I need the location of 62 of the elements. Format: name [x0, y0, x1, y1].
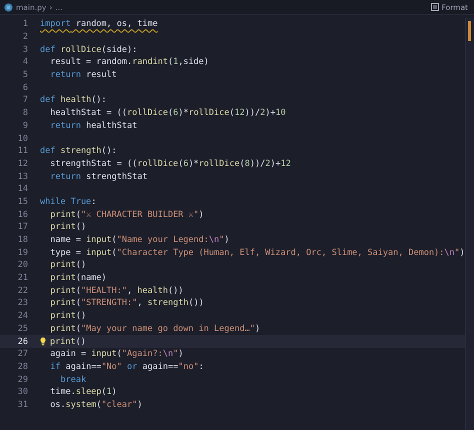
code-line: strengthStat = ((rollDice(6)*rollDice(8))/2)+12: [49, 158, 291, 169]
line-number: 20: [16, 260, 29, 270]
line-number: 17: [16, 222, 29, 232]
line-number: 5: [22, 70, 29, 80]
python-file-icon: [4, 2, 13, 12]
lightbulb-icon[interactable]: [40, 337, 46, 346]
code-line: print(): [49, 222, 86, 232]
code-line: print("May your name go down in Legend…"): [49, 324, 260, 334]
line-number: 1: [22, 19, 29, 30]
code-line: while True:: [40, 196, 96, 207]
code-line: if again=="No" or again=="no":: [49, 362, 204, 372]
code-line: print(): [49, 260, 86, 270]
code-line: print("⚔ CHARACTER BUILDER ⚔"): [49, 210, 204, 220]
code-line: result = random.randint(1,side): [49, 57, 209, 68]
code-line: print("HEALTH:", health()): [49, 286, 184, 296]
code-line: again = input("Again?:\n"): [49, 349, 184, 360]
line-number: 12: [16, 158, 29, 169]
line-number: 25: [16, 324, 29, 334]
line-number: 18: [16, 235, 29, 246]
code-line: print(): [50, 336, 86, 347]
code-line: healthStat = ((rollDice(6)*rollDice(12))/2)+10: [49, 108, 286, 118]
line-number: 11: [16, 146, 29, 156]
scrollbar[interactable]: [464, 18, 474, 430]
code-line: def rollDice(side):: [40, 44, 138, 55]
line-number: 4: [22, 57, 29, 68]
line-number: 7: [22, 95, 29, 106]
line-number: 26: [16, 336, 29, 347]
line-number: 15: [16, 196, 29, 207]
line-number: 14: [16, 184, 29, 194]
line-number: 28: [16, 362, 29, 372]
line-number: 21: [16, 273, 29, 284]
line-number: 22: [16, 286, 29, 296]
code-line: name = input("Name your Legend:\n"): [49, 235, 230, 246]
line-number: 19: [16, 248, 29, 258]
code-line: type = input("Character Type (Human, Elf, Wizard, Orc, Slime, Saiyan, Demon):\n"): [49, 248, 465, 258]
code-line: time.sleep(1): [49, 387, 117, 398]
code-line: return healthStat: [49, 120, 138, 131]
line-number: 24: [16, 311, 29, 322]
line-number: 23: [16, 298, 29, 308]
code-line: return result: [49, 70, 117, 80]
line-number: 16: [16, 210, 29, 220]
line-number: 3: [22, 44, 29, 55]
line-number: 9: [22, 120, 29, 131]
line-number: 31: [16, 400, 29, 410]
code-line: def health():: [40, 95, 107, 106]
code-line: break: [59, 374, 86, 385]
line-number: 6: [22, 82, 29, 93]
line-number: 27: [16, 349, 29, 360]
line-number: 2: [22, 32, 29, 42]
code-line: return strengthStat: [49, 172, 148, 182]
line-number: 29: [16, 374, 29, 385]
code-line: def strength():: [40, 146, 117, 156]
line-number: 8: [22, 108, 29, 118]
line-number: 13: [16, 172, 29, 182]
code-line: import random, os, time: [40, 19, 158, 30]
code-line: print("STRENGTH:", strength()): [49, 298, 204, 308]
code-line: print(name): [49, 273, 107, 284]
line-number: 10: [16, 134, 29, 144]
code-line: os.system("clear"): [49, 400, 142, 410]
code-line: print(): [49, 311, 86, 322]
format-icon: [430, 3, 439, 11]
line-number: 30: [16, 387, 29, 398]
